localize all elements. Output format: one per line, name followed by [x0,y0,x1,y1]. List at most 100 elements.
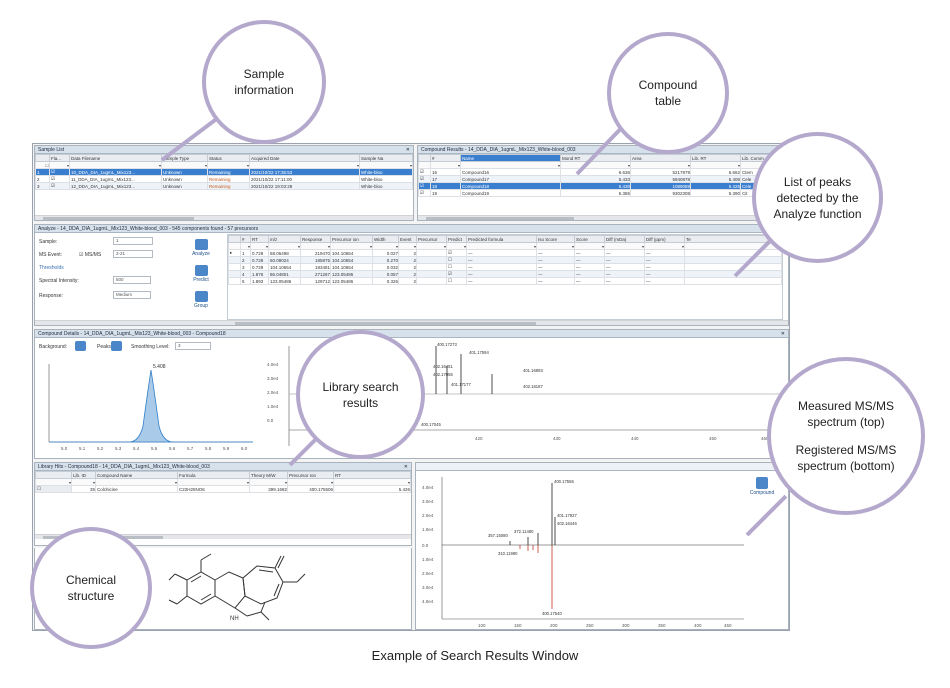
col-header[interactable]: Lib. RT [690,154,741,162]
peak-label: 402.16446 [557,521,577,526]
col-header[interactable] [35,154,50,162]
precursor-ion: 400.175506 [287,485,334,493]
col-header[interactable]: # [240,235,251,243]
col-header[interactable]: Predicted formula [466,235,537,243]
col-header[interactable]: Precursor [416,235,447,243]
horizontal-scrollbar[interactable] [35,215,413,220]
compound-button[interactable]: Compound [742,477,782,496]
spectral-intensity-label: Spectral Intensity: [39,278,79,284]
table-row[interactable]: 1 ☑ 10_DDA_DIA_1ugmL_Mix123... Unknown Re… [35,168,413,176]
table-row[interactable]: ☐ 35 Colchicine C22H25NO6 399.1682 400.1… [35,485,411,493]
compound-icon [756,477,768,489]
table-row[interactable]: 5 1.893 123.05486 129712 123.05486 0.326 2 ☐ — — —… [228,277,782,285]
tick-label: 450 [724,623,732,628]
sample-select[interactable]: 1 [113,237,153,245]
peak-label: 400.17556 [554,479,574,484]
table-row[interactable]: 4 1.876 86.04801 271267 123.05486 0.057 2 ☑ — — — —… [228,270,782,278]
group-button[interactable]: Group [187,291,215,309]
peak-label: 400.17045 [421,422,441,427]
table-row[interactable]: 3 ☑ 12_DDA_DIA_1ugmL_Mix123... Unknown Re… [35,182,413,190]
col-header[interactable]: Acquired Date [249,154,360,162]
spectral-intensity-input[interactable]: 500 [113,276,151,284]
table-row[interactable]: ☑ 18 Compound18 5.430 1089089 5.426 Cele [418,182,788,190]
table-row[interactable]: ☑ 19 Compound19 5.386 9302308 5.390 Cit [418,189,788,197]
close-icon[interactable]: ✕ [781,330,785,338]
col-header[interactable]: Compound Name [95,471,178,479]
peaks-toggle-icon[interactable] [111,341,122,351]
table-row[interactable]: 2 0.728 60.08024 185875 104.10654 0.270 2 ☐ — — — —… [228,256,782,264]
col-header[interactable]: Lib. ID [71,471,96,479]
col-header[interactable]: Precursor Ion [287,471,334,479]
col-header[interactable]: Response [300,235,331,243]
tick-label: 1.0e4 [267,404,279,409]
col-header[interactable]: Name [460,154,561,162]
rt-value: 5.386 [560,189,631,197]
col-header[interactable]: RT [333,471,411,479]
predict-button[interactable]: Predict [187,265,215,283]
col-header[interactable]: # [430,154,461,162]
tick-label: 5.9 [223,446,230,451]
callout-compound-table: Compound table [607,32,729,154]
col-header[interactable]: Diff (mDa) [604,235,645,243]
background-toggle-icon[interactable] [75,341,86,351]
col-header[interactable]: Sample Na [359,154,413,162]
col-header[interactable]: m/z [268,235,301,243]
compound-name: Compound17 [460,175,561,183]
chemical-structure-image: NH [168,553,306,622]
peaks-table-wrap: # RT m/z Response Precursor ion Width Ev… [227,234,783,320]
registered-label: Registered MS/MS spectrum (bottom) [795,443,897,473]
tick-label: 4.0e4 [267,362,279,367]
peak-label: 5.408 [153,364,166,370]
compound-name: Compound18 [460,182,561,190]
formula: C22H25NO6 [177,485,250,493]
table-row[interactable]: ☑ 16 Compound16 6.636 5217879 6.662 Ctem [418,168,788,176]
table-row[interactable]: ▸ 1 0.728 58.06498 219470 104.10654 0.027 2 ☑ — — —… [228,249,782,257]
close-icon[interactable]: ✕ [404,463,408,471]
tick-label: 3.0e4 [267,376,279,381]
peaks-label: Peaks: [97,344,113,350]
tick-label: 2.0e4 [422,513,434,518]
tick-label: 4.0e4 [422,599,434,604]
analyze-button[interactable]: Analyze [187,239,215,257]
col-header[interactable]: Score [574,235,605,243]
smoothing-select[interactable]: 3 [175,342,211,350]
msms-checkbox[interactable]: ☑ MS/MS [79,252,101,258]
col-header[interactable]: RT [250,235,269,243]
tick-label: 5.4 [133,446,140,451]
col-header[interactable]: Status [207,154,250,162]
close-icon[interactable]: ✕ [406,146,410,154]
peak-label: 402.16451 [433,364,453,369]
response-select[interactable]: Medium [113,291,151,299]
col-header[interactable]: Predict [446,235,467,243]
tick-label: 440 [631,436,639,441]
col-header[interactable]: Fla... [49,154,70,162]
table-row[interactable]: 2 ☑ 11_DDA_DIA_1ugmL_Mix123... Unknown Re… [35,175,413,183]
col-header[interactable]: Area [630,154,691,162]
horizontal-scrollbar[interactable] [418,215,788,220]
callout-peaks-list: List of peaks detected by the Analyze fu… [752,132,883,263]
col-header[interactable]: Data Filename [69,154,162,162]
col-header[interactable]: Iso Score [536,235,575,243]
figure-caption: Example of Search Results Window [371,648,579,663]
rt-value: 5.426 [333,485,411,493]
horizontal-scrollbar[interactable] [35,320,788,325]
col-header[interactable]: Precursor ion [330,235,373,243]
tick-label: 3.0e4 [422,499,434,504]
col-header[interactable]: Diff (ppm) [644,235,685,243]
table-row[interactable]: 3 0.729 104.10654 183481 104.10654 0.032 2 ☐ — — —… [228,263,782,271]
col-header[interactable] [35,471,72,479]
tick-label: 2.0e4 [422,571,434,576]
callout-msms-spectra: Measured MS/MS spectrum (top) Registered… [767,357,925,515]
col-header[interactable]: Width [372,235,399,243]
col-header[interactable]: Theory M/W [249,471,288,479]
col-header[interactable]: Formula [177,471,250,479]
sample-list-panel: Sample List ✕ Fla... Data Filename Sample… [34,145,414,221]
ms-event-select[interactable]: 2-21 [113,250,153,258]
sample-type: Unknown [161,168,208,176]
tick-label: 300 [622,623,630,628]
col-header[interactable]: Event [398,235,417,243]
table-row[interactable]: ☑ 17 Compound17 5.433 5940878 5.408 Cele [418,175,788,183]
tick-label: 6.0 [241,446,248,451]
library-table: Lib. ID Compound Name Formula Theory M/W… [35,471,411,493]
chromatogram-plot: 5.408 5.0 5.1 5.2 5.3 5.4 5.5 5.6 5.7 5.… [48,364,253,451]
